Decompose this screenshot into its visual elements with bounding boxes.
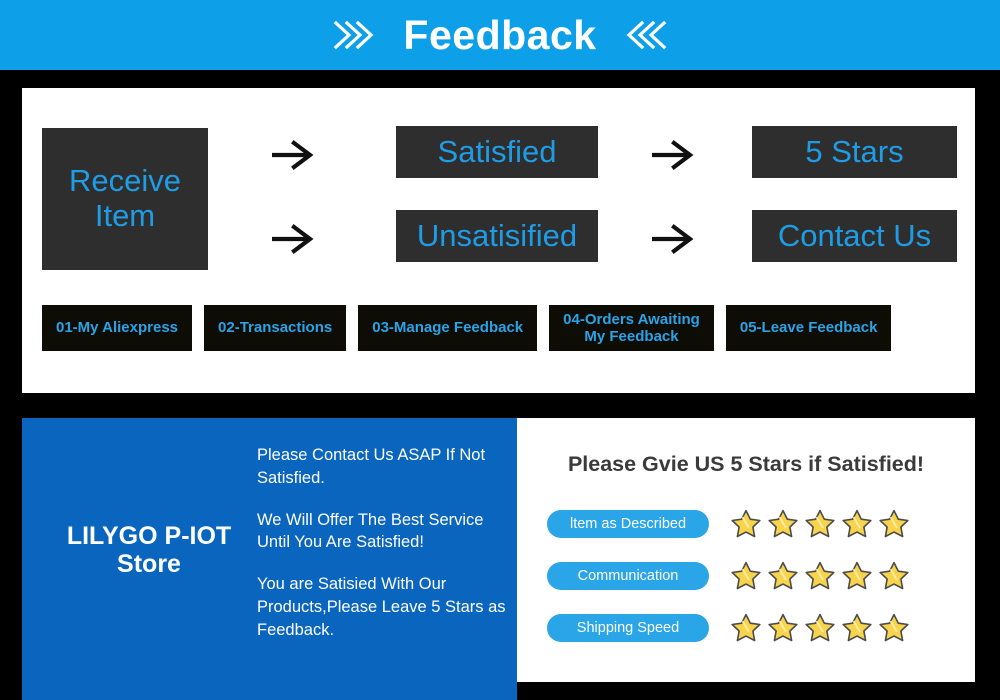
flow-box-five-stars: 5 Stars: [752, 126, 957, 178]
star-icon[interactable]: [730, 612, 762, 643]
arrow-right-icon: [272, 138, 318, 172]
rating-row: Communication: [547, 560, 947, 591]
feedback-flow-diagram: Receive Item Satisfied Unsatisified 5 St…: [22, 88, 975, 288]
star-icon[interactable]: [841, 612, 873, 643]
step-button-row: 01-My Aliexpress 02-Transactions 03-Mana…: [42, 305, 892, 351]
star-icon[interactable]: [804, 612, 836, 643]
rating-label-communication: Communication: [547, 561, 709, 590]
star-icon[interactable]: [767, 560, 799, 591]
rating-row: Shipping Speed: [547, 612, 947, 643]
ratings-panel: Please Gvie US 5 Stars if Satisfied! lte…: [517, 418, 975, 682]
double-chevron-left-icon: [623, 14, 669, 56]
store-message-3: You are Satisied With Our Products,Pleas…: [257, 575, 506, 639]
step-button-01-my-aliexpress[interactable]: 01-My Aliexpress: [42, 305, 193, 351]
header-banner: Feedback: [0, 0, 1000, 70]
store-info-panel: LILYGO P-IOT Store Please Contact Us ASA…: [22, 418, 517, 700]
star-icon[interactable]: [878, 612, 910, 643]
star-icon[interactable]: [730, 560, 762, 591]
step-button-04-orders-awaiting-my-feedback[interactable]: 04-Orders Awaiting My Feedback: [549, 305, 714, 351]
rating-row: ltem as Described: [547, 508, 947, 539]
star-rating-item-as-described[interactable]: [730, 508, 910, 539]
ratings-title: Please Gvie US 5 Stars if Satisfied!: [567, 452, 925, 476]
star-rating-shipping-speed[interactable]: [730, 612, 910, 643]
rating-label-shipping-speed: Shipping Speed: [547, 613, 709, 642]
star-icon[interactable]: [878, 560, 910, 591]
star-icon[interactable]: [804, 560, 836, 591]
flow-box-receive-item: Receive Item: [42, 128, 208, 270]
flow-box-unsatisfied: Unsatisified: [396, 210, 598, 262]
step-button-02-transactions[interactable]: 02-Transactions: [204, 305, 347, 351]
star-icon[interactable]: [767, 508, 799, 539]
step-button-03-manage-feedback[interactable]: 03-Manage Feedback: [358, 305, 538, 351]
flow-box-satisfied: Satisfied: [396, 126, 598, 178]
step-button-05-leave-feedback[interactable]: 05-Leave Feedback: [725, 305, 892, 351]
star-icon[interactable]: [841, 508, 873, 539]
star-rating-communication[interactable]: [730, 560, 910, 591]
flow-box-contact-us: Contact Us: [752, 210, 957, 262]
double-chevron-right-icon: [331, 14, 377, 56]
store-message-1: Please Contact Us ASAP If Not Satisfied.: [257, 446, 486, 487]
store-message-block: Please Contact Us ASAP If Not Satisfied.…: [257, 444, 519, 641]
store-footer: LILYGO P-IOT Store Please Contact Us ASA…: [22, 418, 975, 700]
feedback-infographic: Feedback Receive Item Satisfied Unsatisi…: [0, 0, 1000, 700]
star-icon[interactable]: [841, 560, 873, 591]
ratings-list: ltem as Described Communication Shipping…: [547, 508, 947, 643]
arrow-right-icon: [652, 138, 698, 172]
star-icon[interactable]: [804, 508, 836, 539]
rating-label-item-as-described: ltem as Described: [547, 509, 709, 538]
star-icon[interactable]: [767, 612, 799, 643]
process-card: Receive Item Satisfied Unsatisified 5 St…: [22, 88, 975, 393]
flow-box-receive-item-label: Receive Item: [69, 163, 181, 233]
star-icon[interactable]: [878, 508, 910, 539]
store-name: LILYGO P-IOT Store: [66, 522, 232, 578]
arrow-right-icon: [272, 222, 318, 256]
arrow-right-icon: [652, 222, 698, 256]
page-title: Feedback: [403, 11, 597, 58]
store-message-2: We Will Offer The Best Service Until You…: [257, 510, 484, 552]
star-icon[interactable]: [730, 508, 762, 539]
